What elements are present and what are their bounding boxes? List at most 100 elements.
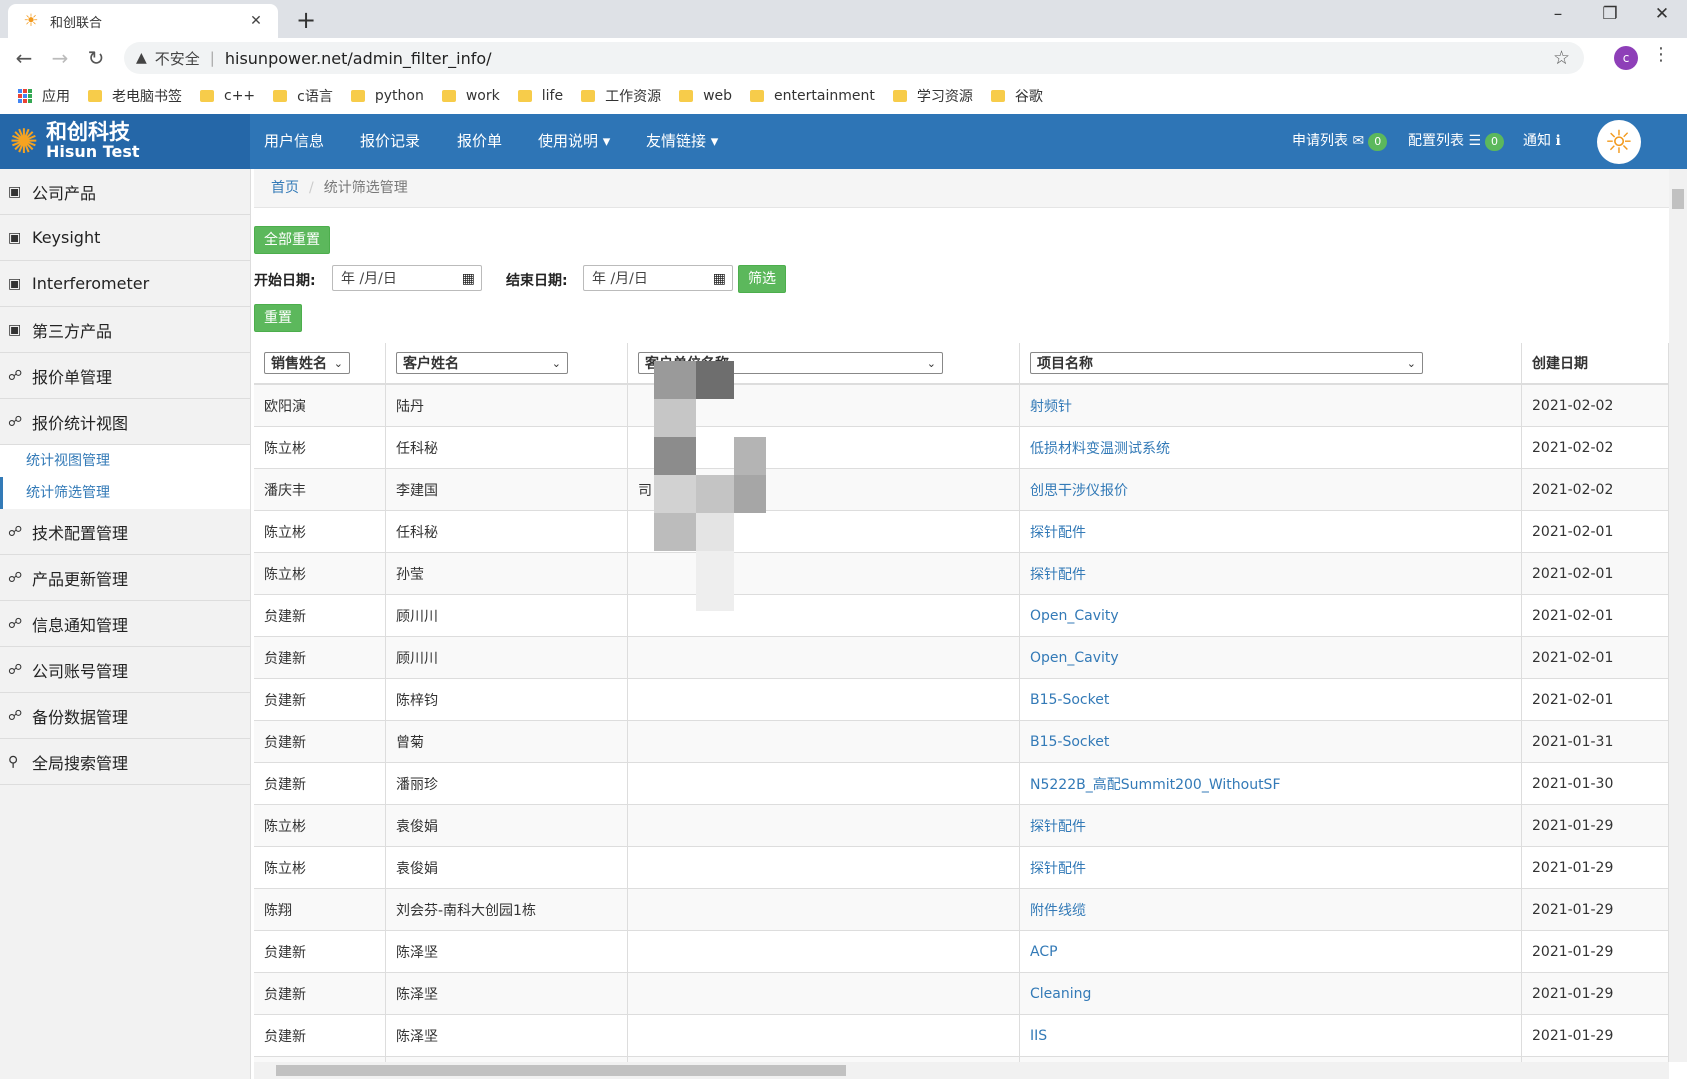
bookmark-folder[interactable]: entertainment [750,88,875,104]
cell-date: 2021-01-31 [1521,720,1669,763]
filter-button[interactable]: 筛选 [738,265,786,293]
sidebar-item-quote-management[interactable]: ☍ 报价单管理 [0,353,250,399]
browser-menu-icon[interactable]: ⋮ [1652,44,1670,65]
sidebar-item-accounts[interactable]: ☍ 公司账号管理 [0,647,250,693]
sun-logo-icon: ✺ [9,121,39,162]
horizontal-scrollbar[interactable] [254,1062,1669,1079]
nav-friend-links[interactable]: 友情链接 ▾ [646,114,718,169]
cell-project[interactable]: 探针配件 [1019,804,1522,847]
scrollbar-thumb[interactable] [1672,189,1684,209]
url-text[interactable]: hisunpower.net/admin_filter_info/ [225,49,1553,68]
minimize-icon[interactable]: – [1538,4,1578,24]
cell-customer: 李建国 [385,468,628,511]
cell-project[interactable]: 射频针 [1019,383,1522,427]
scrollbar-thumb[interactable] [276,1065,846,1076]
nav-usage-guide[interactable]: 使用说明 ▾ [538,114,610,169]
sidebar-subitem-stats-view[interactable]: 统计视图管理 [0,445,250,477]
sidebar-item-tech-config[interactable]: ☍ 技术配置管理 [0,509,250,555]
cell-sales: 贠建新 [254,762,386,805]
sidebar-item-interferometer[interactable]: ▣ Interferometer [0,261,250,307]
bookmark-folder[interactable]: 谷歌 [990,86,1043,106]
nav-user-info[interactable]: 用户信息 [264,114,324,169]
privacy-mosaic [654,475,696,513]
table-row: 贠建新 陈泽坚 Cleaning 2021-01-29 [254,972,1669,1015]
cell-date: 2021-02-01 [1521,552,1669,595]
cell-project[interactable]: B15-Socket [1019,678,1522,721]
cell-project[interactable]: 附件线缆 [1019,888,1522,931]
sidebar-subitem-stats-filter[interactable]: 统计筛选管理 [0,477,250,509]
sidebar-item-quote-stats[interactable]: ☍ 报价统计视图 [0,399,250,445]
user-avatar[interactable]: ☼ [1597,120,1641,164]
sidebar-item-company-products[interactable]: ▣ 公司产品 [0,169,250,215]
logo-title-cn: 和创科技 [46,119,130,144]
bookmark-folder[interactable]: python [350,88,424,104]
back-icon[interactable]: ← [10,44,38,72]
config-list-link[interactable]: 配置列表 ☰ 0 [1408,114,1505,169]
profile-avatar[interactable]: c [1614,46,1638,70]
close-window-icon[interactable]: ✕ [1642,4,1682,24]
table-row: 陈立彬 袁俊娟 探针配件 2021-01-29 [254,846,1669,889]
sidebar-item-keysight[interactable]: ▣ Keysight [0,215,250,261]
bookmark-folder[interactable]: 工作资源 [581,86,661,106]
cell-project[interactable]: 低损材料变温测试系统 [1019,426,1522,469]
cell-project[interactable]: 探针配件 [1019,552,1522,595]
calendar-icon[interactable]: ▦ [713,266,726,292]
customer-name-select[interactable]: 客户姓名 ⌄ [396,352,568,374]
calendar-icon[interactable]: ▦ [462,266,475,292]
project-name-select[interactable]: 项目名称 ⌄ [1030,352,1423,374]
address-bar[interactable]: ▲ 不安全 | hisunpower.net/admin_filter_info… [124,42,1584,74]
cell-project[interactable]: Open_Cavity [1019,636,1522,679]
cell-project[interactable]: 创思干涉仪报价 [1019,468,1522,511]
breadcrumb-home[interactable]: 首页 [271,180,299,196]
notify-link[interactable]: 通知 ℹ [1523,114,1561,169]
bookmark-folder[interactable]: life [517,88,563,104]
bookmark-folder[interactable]: work [441,88,500,104]
bookmark-folder[interactable]: 老电脑书签 [88,86,182,106]
config-list-label: 配置列表 ☰ [1408,133,1482,149]
sidebar-item-third-party[interactable]: ▣ 第三方产品 [0,307,250,353]
cell-project[interactable]: N5222B_高配Summit200_WithoutSF [1019,762,1522,805]
vertical-scrollbar[interactable] [1669,169,1687,1062]
bookmark-folder[interactable]: c语言 [273,86,333,106]
reload-icon[interactable]: ↻ [82,44,110,72]
folder-icon [750,90,765,102]
new-tab-icon[interactable]: + [292,6,320,34]
bookmark-star-icon[interactable]: ☆ [1553,47,1570,69]
bookmark-label: web [703,88,733,104]
reset-all-button[interactable]: 全部重置 [254,226,330,254]
bookmark-folder[interactable]: c++ [200,88,255,104]
restore-icon[interactable]: ❐ [1590,4,1630,24]
forward-icon[interactable]: → [46,44,74,72]
nav-quote[interactable]: 报价单 [457,114,502,169]
brand-logo[interactable]: ✺ 和创科技 Hisun Test [0,114,250,169]
bookmark-folder[interactable]: web [679,88,732,104]
end-date-input[interactable]: 年 /月/日 ▦ [583,265,733,291]
cell-project[interactable]: 探针配件 [1019,846,1522,889]
sidebar-item-notifications[interactable]: ☍ 信息通知管理 [0,601,250,647]
nav-quote-records[interactable]: 报价记录 [360,114,420,169]
breadcrumb: 首页 / 统计筛选管理 [254,169,1669,208]
browser-tab[interactable]: ☀ 和创联合 ✕ [8,4,278,38]
table-row: 贠建新 陈梓钧 B15-Socket 2021-02-01 [254,678,1669,721]
cell-company [627,930,1020,973]
sidebar-item-global-search[interactable]: ⚲ 全局搜索管理 [0,739,250,785]
handshake-icon: ☍ [8,569,23,586]
cell-sales: 贠建新 [254,678,386,721]
start-date-input[interactable]: 年 /月/日 ▦ [332,265,482,291]
cell-customer: 陈泽坚 [385,1014,628,1057]
cell-project[interactable]: Cleaning [1019,972,1522,1015]
cell-project[interactable]: ACP [1019,930,1522,973]
apply-list-link[interactable]: 申请列表 ✉ 0 [1292,114,1388,169]
cell-project[interactable]: B15-Socket [1019,720,1522,763]
bookmark-folder[interactable]: 学习资源 [892,86,973,106]
sidebar-item-backup[interactable]: ☍ 备份数据管理 [0,693,250,739]
cell-project[interactable]: 探针配件 [1019,510,1522,553]
sales-name-select[interactable]: 销售姓名 ⌄ [264,352,350,374]
cell-project[interactable]: IIS [1019,1014,1522,1057]
reset-button[interactable]: 重置 [254,304,302,332]
bookmark-apps[interactable]: 应用 [18,86,70,106]
sidebar-item-product-update[interactable]: ☍ 产品更新管理 [0,555,250,601]
table-row: 贠建新 陈泽坚 IIS 2021-01-29 [254,1014,1669,1057]
close-tab-icon[interactable]: ✕ [244,13,268,29]
cell-project[interactable]: Open_Cavity [1019,594,1522,637]
